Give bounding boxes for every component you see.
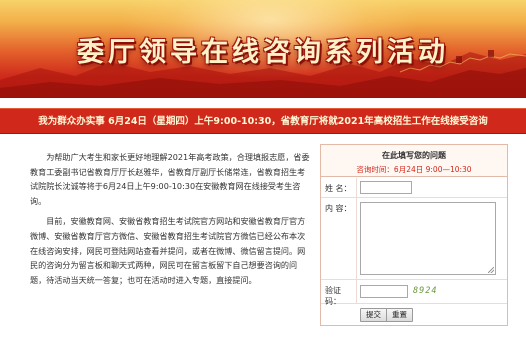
article-body: 为帮助广大考生和家长更好地理解2021年高考政策，合理填报志愿，省委教育工委副书… bbox=[30, 150, 310, 293]
captcha-row: 验证码： 8924 bbox=[321, 280, 507, 306]
actions-row: 提交 重置 bbox=[321, 304, 507, 326]
reset-button[interactable]: 重置 bbox=[386, 308, 413, 322]
consult-time-label: 咨询时间： bbox=[356, 165, 394, 174]
consult-time: 咨询时间：6月24日 9:00—10:30 bbox=[321, 161, 507, 175]
captcha-image[interactable]: 8924 bbox=[413, 285, 443, 298]
page-title: 委厅领导在线咨询系列活动 bbox=[77, 37, 449, 68]
question-form-panel: 在此填写您的问题 咨询时间：6月24日 9:00—10:30 姓 名： 内 容：… bbox=[320, 144, 508, 326]
panel-title: 在此填写您的问题 bbox=[382, 151, 446, 160]
consult-time-value: 6月24日 9:00—10:30 bbox=[393, 165, 472, 174]
article-paragraph: 目前，安徽教育网、安徽省教育招生考试院官方网站和安徽省教育厅官方微博、安徽省教育… bbox=[30, 216, 306, 285]
resize-grip-icon[interactable] bbox=[488, 267, 494, 273]
notice-bar: 我为群众办实事 6月24日（星期四）上午9:00-10:30，省教育厅将就202… bbox=[0, 108, 526, 134]
content-textarea[interactable] bbox=[360, 202, 496, 275]
header-banner: 委厅领导在线咨询系列活动 bbox=[0, 0, 526, 98]
name-row: 姓 名： bbox=[321, 178, 507, 198]
name-label: 姓 名： bbox=[321, 178, 357, 197]
panel-header: 在此填写您的问题 咨询时间：6月24日 9:00—10:30 bbox=[321, 145, 507, 177]
content-label: 内 容： bbox=[321, 198, 357, 279]
article-paragraph: 为帮助广大考生和家长更好地理解2021年高考政策，合理填报志愿，省委教育工委副书… bbox=[30, 152, 310, 206]
name-input[interactable] bbox=[360, 181, 412, 194]
captcha-input[interactable] bbox=[360, 285, 408, 298]
captcha-label: 验证码： bbox=[321, 280, 357, 306]
content-row: 内 容： bbox=[321, 198, 507, 280]
submit-button[interactable]: 提交 bbox=[360, 308, 387, 322]
